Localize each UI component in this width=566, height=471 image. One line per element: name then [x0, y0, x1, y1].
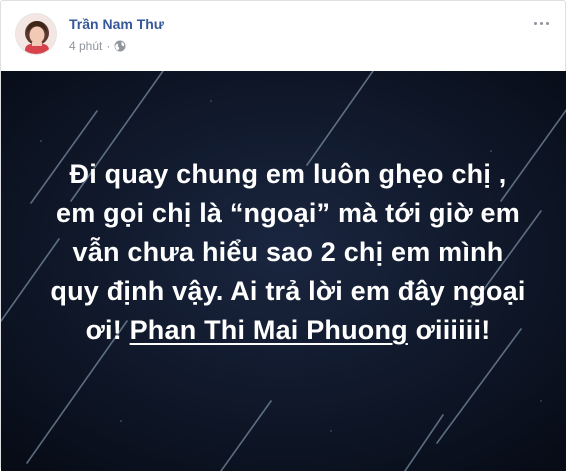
avatar[interactable]	[15, 13, 57, 55]
status-background-image: Đi quay chung em luôn ghẹo chị , em gọi …	[1, 71, 566, 471]
globe-icon[interactable]	[114, 40, 126, 52]
meta-separator: ·	[106, 39, 111, 53]
post-text-ending: ơiiiiii!	[407, 315, 491, 345]
author-name[interactable]: Trần Nam Thư	[69, 16, 164, 32]
avatar-image	[16, 14, 56, 54]
mention-link[interactable]: Phan Thi Mai Phuong	[130, 315, 408, 345]
dot	[533, 21, 537, 25]
post-text: Đi quay chung em luôn ghẹo chị , em gọi …	[49, 155, 527, 350]
dot	[539, 21, 543, 25]
facebook-post: Trần Nam Thư 4 phút · Đi quay chung em l…	[0, 0, 566, 471]
dot	[545, 21, 549, 25]
post-meta: 4 phút ·	[69, 39, 126, 53]
post-header: Trần Nam Thư 4 phút ·	[1, 1, 565, 71]
post-timestamp[interactable]: 4 phút	[69, 39, 102, 53]
more-options-icon[interactable]	[529, 15, 553, 31]
